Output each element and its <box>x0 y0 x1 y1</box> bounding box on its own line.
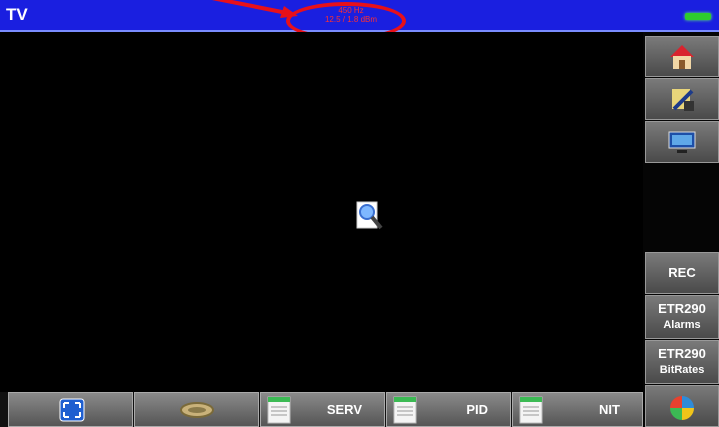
home-button[interactable] <box>645 36 719 77</box>
table-icon <box>393 396 417 424</box>
etr290-bitrates-line2: BitRates <box>659 364 705 376</box>
table-icon <box>519 396 543 424</box>
etr290-bitrates-line1: ETR290 <box>658 346 706 361</box>
settings-button[interactable] <box>645 78 719 120</box>
display-button[interactable] <box>645 121 719 163</box>
lnb-button[interactable] <box>134 392 259 427</box>
fullscreen-button[interactable] <box>8 392 133 427</box>
pid-label: PID <box>466 402 488 417</box>
searching-magnifier-icon <box>356 201 383 230</box>
color-wheel-icon <box>670 396 694 420</box>
satellite-dish-icon <box>180 402 214 418</box>
etr290-bitrates-button[interactable]: ETR290 BitRates <box>645 340 719 384</box>
fullscreen-icon <box>59 398 85 422</box>
mode-title: TV <box>6 5 28 24</box>
bottom-menu: SERV PID NIT <box>0 392 643 427</box>
video-display[interactable] <box>0 32 643 392</box>
nit-button[interactable]: NIT <box>512 392 643 427</box>
serv-button[interactable]: SERV <box>260 392 385 427</box>
home-icon <box>670 45 694 69</box>
color-menu-button[interactable] <box>645 385 719 427</box>
rec-button[interactable]: REC <box>645 252 719 294</box>
settings-pen-icon <box>672 89 694 111</box>
pid-button[interactable]: PID <box>386 392 511 427</box>
serv-label: SERV <box>326 402 362 417</box>
table-icon <box>267 396 291 424</box>
etr290-alarms-line1: ETR290 <box>658 301 706 316</box>
nit-label: NIT <box>599 402 620 417</box>
signal-level-icon <box>685 13 711 20</box>
monitor-icon <box>668 131 696 153</box>
etr290-alarms-button[interactable]: ETR290 Alarms <box>645 295 719 339</box>
etr290-alarms-line2: Alarms <box>663 319 701 331</box>
side-menu: REC ETR290 Alarms ETR290 BitRates <box>643 32 719 427</box>
